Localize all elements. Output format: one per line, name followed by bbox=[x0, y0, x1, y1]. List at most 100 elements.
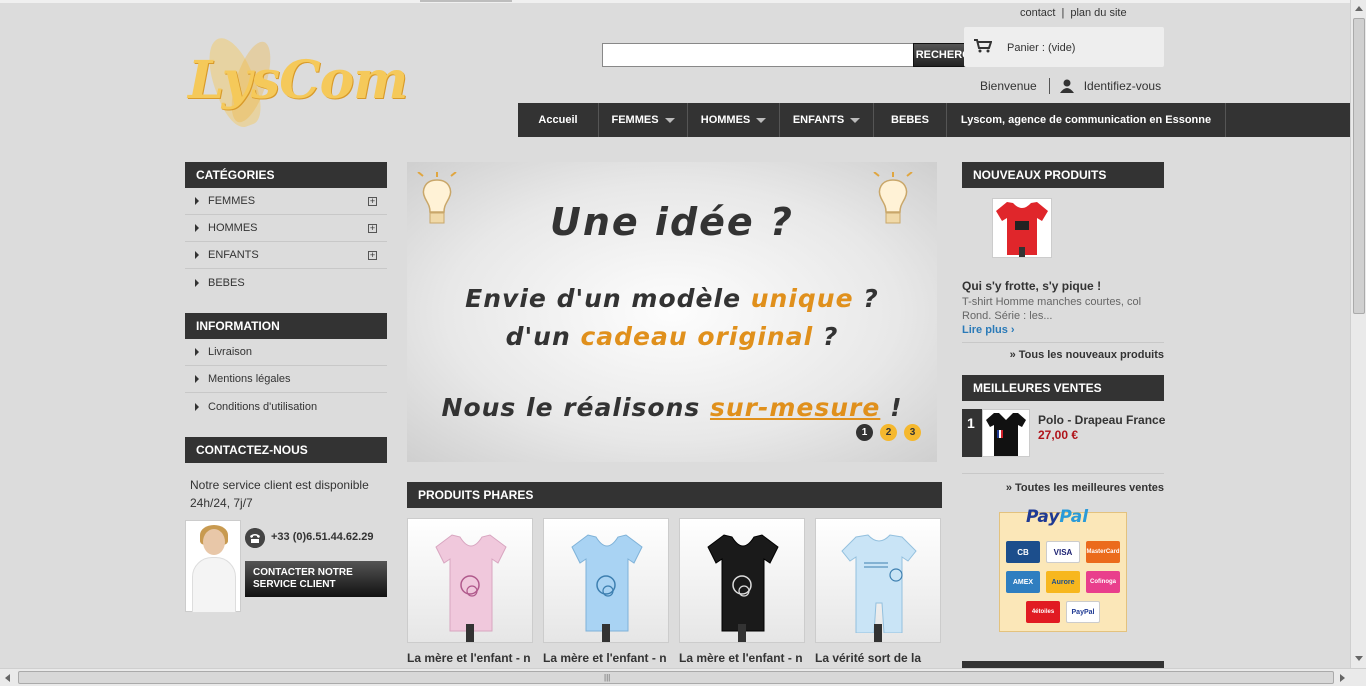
product-image[interactable] bbox=[543, 518, 669, 643]
scroll-left-icon[interactable] bbox=[5, 674, 10, 682]
slide-line-4: Nous le réalisons sur-mesure ! bbox=[441, 393, 903, 422]
arrow-right-icon bbox=[195, 375, 199, 383]
sitemap-link[interactable]: plan du site bbox=[1070, 7, 1126, 19]
info-item-conditions[interactable]: Conditions d'utilisation bbox=[185, 393, 387, 420]
horizontal-scroll-thumb[interactable] bbox=[18, 671, 1334, 684]
category-label: ENFANTS bbox=[208, 249, 259, 261]
slider-page-2[interactable]: 2 bbox=[880, 424, 897, 441]
info-label: Mentions légales bbox=[208, 373, 291, 385]
new-product-image[interactable] bbox=[992, 198, 1052, 258]
all-best-sellers-link[interactable]: » Toutes les meilleures ventes bbox=[962, 473, 1164, 494]
cart-block[interactable]: Panier : (vide) bbox=[964, 27, 1164, 67]
best-seller-name[interactable]: Polo - Drapeau France bbox=[1038, 413, 1165, 427]
category-item-hommes[interactable]: HOMMES + bbox=[185, 215, 387, 242]
product-image[interactable] bbox=[407, 518, 533, 643]
category-item-femmes[interactable]: FEMMES + bbox=[185, 188, 387, 215]
categories-list: FEMMES + HOMMES + ENFANTS + BEBES bbox=[185, 188, 387, 296]
product-card[interactable]: La mère et l'enfant - n bbox=[543, 518, 669, 668]
login-link[interactable]: Identifiez-vous bbox=[1084, 79, 1161, 93]
slider-page-3[interactable]: 3 bbox=[904, 424, 921, 441]
contact-text: Notre service client est disponible 24h/… bbox=[190, 478, 369, 510]
contact-service-button[interactable]: CONTACTER NOTRE SERVICE CLIENT bbox=[245, 561, 387, 597]
nav-item-accueil[interactable]: Accueil bbox=[518, 103, 599, 137]
scroll-right-icon[interactable] bbox=[1340, 674, 1345, 682]
tshirt-image bbox=[707, 534, 779, 632]
user-icon bbox=[1059, 79, 1074, 93]
arrow-right-icon bbox=[195, 224, 199, 232]
arrow-right-icon bbox=[195, 251, 199, 259]
vertical-scroll-thumb[interactable] bbox=[1353, 18, 1365, 314]
info-label: Livraison bbox=[208, 346, 253, 358]
horizontal-scrollbar[interactable]: ||| bbox=[0, 668, 1366, 686]
chevron-right-icon: › bbox=[1010, 324, 1015, 336]
paypal-logo: PayPal bbox=[1026, 507, 1089, 527]
nav-item-agence[interactable]: Lyscom, agence de communication en Esson… bbox=[947, 103, 1226, 137]
nav-item-femmes[interactable]: FEMMES bbox=[599, 103, 688, 137]
category-label: BEBES bbox=[208, 276, 245, 289]
all-new-products-link[interactable]: » Tous les nouveaux produits bbox=[962, 342, 1164, 361]
info-item-mentions[interactable]: Mentions légales bbox=[185, 366, 387, 393]
new-products-title: NOUVEAUX PRODUITS bbox=[962, 162, 1164, 188]
card-mastercard: MasterCard bbox=[1086, 541, 1120, 563]
best-seller-item[interactable]: 1 Polo - Drapeau France 27,00 € bbox=[962, 409, 1165, 461]
expand-icon[interactable]: + bbox=[368, 224, 377, 233]
slider-page-1[interactable]: 1 bbox=[856, 424, 873, 441]
product-name[interactable]: La mère et l'enfant - n bbox=[679, 651, 805, 665]
scroll-up-icon[interactable] bbox=[1355, 6, 1363, 11]
information-list: Livraison Mentions légales Conditions d'… bbox=[185, 339, 387, 420]
arrow-right-icon bbox=[195, 348, 199, 356]
new-product-description: T-shirt Homme manches courtes, col Rond.… bbox=[962, 296, 1142, 322]
arrow-right-icon bbox=[195, 278, 199, 287]
product-card[interactable]: La vérité sort de la bbox=[815, 518, 941, 668]
site-logo[interactable]: LysCom bbox=[184, 31, 444, 133]
mannequin-stand bbox=[602, 624, 610, 642]
product-card[interactable]: La mère et l'enfant - n bbox=[679, 518, 805, 668]
slide-headline: Une idée ? bbox=[550, 200, 794, 244]
expand-icon[interactable]: + bbox=[368, 197, 377, 206]
read-more-link[interactable]: Lire plus › bbox=[962, 324, 1164, 336]
new-product-title[interactable]: Qui s'y frotte, s'y pique ! bbox=[962, 279, 1164, 293]
polo-image bbox=[986, 413, 1026, 456]
payment-methods-badge: PayPal CB VISA MasterCard AMEX Aurore Co… bbox=[999, 507, 1127, 632]
category-item-bebes[interactable]: BEBES bbox=[185, 269, 387, 296]
left-column: CATÉGORIES FEMMES + HOMMES + ENFANTS + BEBE… bbox=[185, 162, 387, 615]
cart-icon bbox=[974, 39, 992, 53]
nav-item-enfants[interactable]: ENFANTS bbox=[780, 103, 874, 137]
link-separator: | bbox=[1061, 7, 1065, 19]
featured-products: La mère et l'enfant - n La mère et l'enf… bbox=[407, 518, 942, 668]
product-image[interactable] bbox=[815, 518, 941, 643]
slide-line-2: Envie d'un modèle unique ? bbox=[465, 284, 879, 313]
tshirt-image bbox=[571, 534, 643, 632]
category-label: HOMMES bbox=[208, 222, 258, 234]
vertical-scrollbar[interactable] bbox=[1350, 0, 1366, 668]
card-cb: CB bbox=[1006, 541, 1040, 563]
mannequin-stand bbox=[738, 624, 746, 642]
slide-line-3: d'un cadeau original ? bbox=[505, 322, 839, 351]
search-input[interactable] bbox=[602, 43, 914, 67]
nav-item-bebes[interactable]: BEBES bbox=[874, 103, 947, 137]
product-card[interactable]: La mère et l'enfant - n bbox=[407, 518, 533, 668]
info-item-livraison[interactable]: Livraison bbox=[185, 339, 387, 366]
featured-title: PRODUITS PHARES bbox=[407, 482, 942, 508]
phone-icon bbox=[245, 528, 265, 548]
best-sellers-title: MEILLEURES VENTES bbox=[962, 375, 1164, 401]
chevron-down-icon bbox=[664, 117, 675, 123]
info-label: Conditions d'utilisation bbox=[208, 400, 318, 413]
best-seller-image[interactable] bbox=[982, 409, 1030, 457]
best-seller-rank: 1 bbox=[962, 409, 982, 457]
promo-slider[interactable]: Une idée ? Envie d'un modèle unique ? d'… bbox=[407, 162, 937, 462]
card-amex: AMEX bbox=[1006, 571, 1040, 593]
product-name[interactable]: La mère et l'enfant - n bbox=[407, 651, 533, 665]
expand-icon[interactable]: + bbox=[368, 251, 377, 260]
card-4etoiles: 4étoiles bbox=[1026, 601, 1060, 623]
category-item-enfants[interactable]: ENFANTS + bbox=[185, 242, 387, 269]
contact-link[interactable]: contact bbox=[1020, 7, 1055, 19]
phone-number: +33 (0)6.51.44.62.29 bbox=[271, 531, 374, 543]
chevron-down-icon bbox=[850, 117, 861, 123]
product-image[interactable] bbox=[679, 518, 805, 643]
right-column: NOUVEAUX PRODUITS Qui s'y frotte, s'y pi… bbox=[962, 162, 1165, 632]
product-name[interactable]: La vérité sort de la bbox=[815, 651, 941, 665]
nav-item-hommes[interactable]: HOMMES bbox=[688, 103, 780, 137]
product-name[interactable]: La mère et l'enfant - n bbox=[543, 651, 669, 665]
scroll-down-icon[interactable] bbox=[1355, 656, 1363, 661]
